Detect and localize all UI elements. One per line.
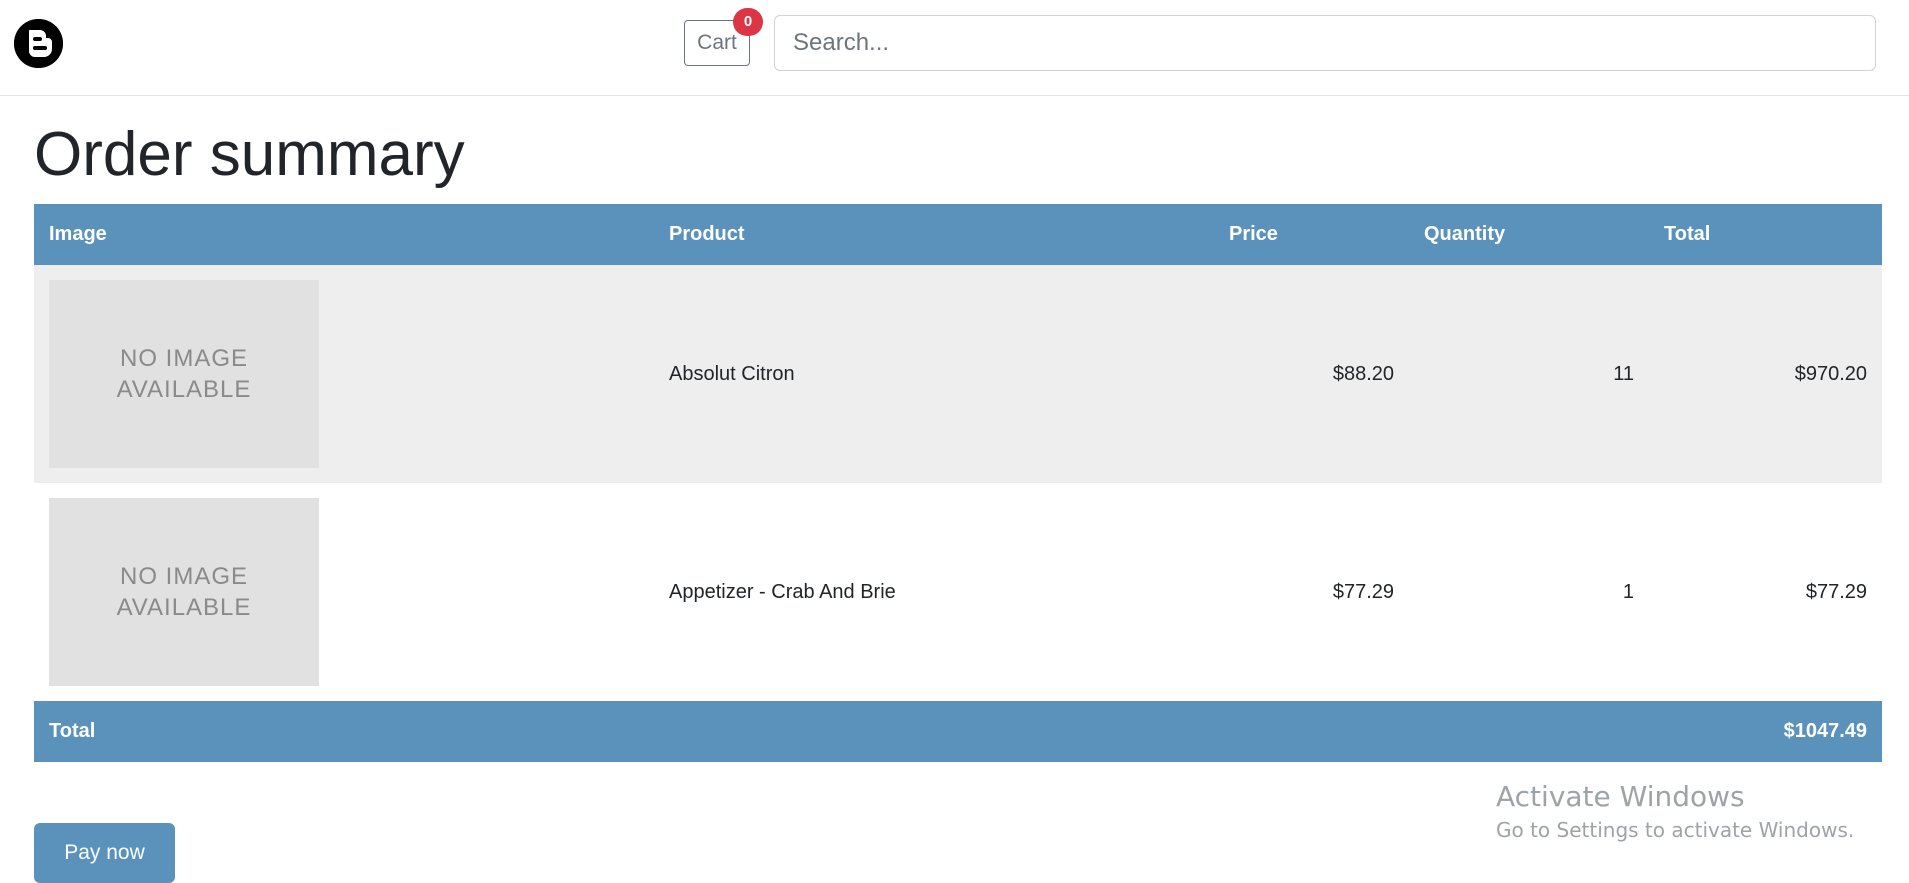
page-title: Order summary: [34, 120, 465, 189]
watermark-subtitle: Go to Settings to activate Windows.: [1496, 818, 1855, 842]
order-summary-table: Image Product Price Quantity Total NO IM…: [34, 204, 1882, 762]
order-total-label: Total: [34, 701, 1649, 762]
navbar: Cart 0: [0, 0, 1909, 96]
product-quantity: 11: [1409, 265, 1649, 483]
blogger-logo-icon[interactable]: [14, 19, 63, 68]
product-image-placeholder: NO IMAGE AVAILABLE: [49, 280, 319, 468]
image-cell: NO IMAGE AVAILABLE: [34, 483, 654, 701]
watermark-title: Activate Windows: [1496, 780, 1745, 813]
no-image-text-line1: NO IMAGE: [119, 345, 248, 372]
pay-now-button[interactable]: Pay now: [34, 823, 175, 883]
product-price: $77.29: [1214, 483, 1409, 701]
table-header-row: Image Product Price Quantity Total: [34, 204, 1882, 265]
image-cell: NO IMAGE AVAILABLE: [34, 265, 654, 483]
column-header-image: Image: [34, 204, 654, 265]
column-header-product: Product: [654, 204, 1214, 265]
table-footer-row: Total $1047.49: [34, 701, 1882, 762]
column-header-quantity: Quantity: [1409, 204, 1649, 265]
product-quantity: 1: [1409, 483, 1649, 701]
column-header-total: Total: [1649, 204, 1882, 265]
table-row: NO IMAGE AVAILABLE Absolut Citron $88.20…: [34, 265, 1882, 483]
column-header-price: Price: [1214, 204, 1409, 265]
no-image-text-line2: AVAILABLE: [116, 376, 252, 403]
order-total-value: $1047.49: [1649, 701, 1882, 762]
windows-activation-watermark: Activate Windows Go to Settings to activ…: [1496, 778, 1854, 844]
product-name: Absolut Citron: [654, 265, 1214, 483]
cart-count-badge: 0: [733, 8, 763, 36]
product-name: Appetizer - Crab And Brie: [654, 483, 1214, 701]
no-image-text-line1: NO IMAGE: [119, 563, 248, 590]
line-total: $77.29: [1649, 483, 1882, 701]
line-total: $970.20: [1649, 265, 1882, 483]
cart-label: Cart: [697, 31, 737, 54]
product-price: $88.20: [1214, 265, 1409, 483]
search-input[interactable]: [774, 15, 1876, 71]
no-image-text-line2: AVAILABLE: [116, 594, 252, 621]
table-row: NO IMAGE AVAILABLE Appetizer - Crab And …: [34, 483, 1882, 701]
product-image-placeholder: NO IMAGE AVAILABLE: [49, 498, 319, 686]
